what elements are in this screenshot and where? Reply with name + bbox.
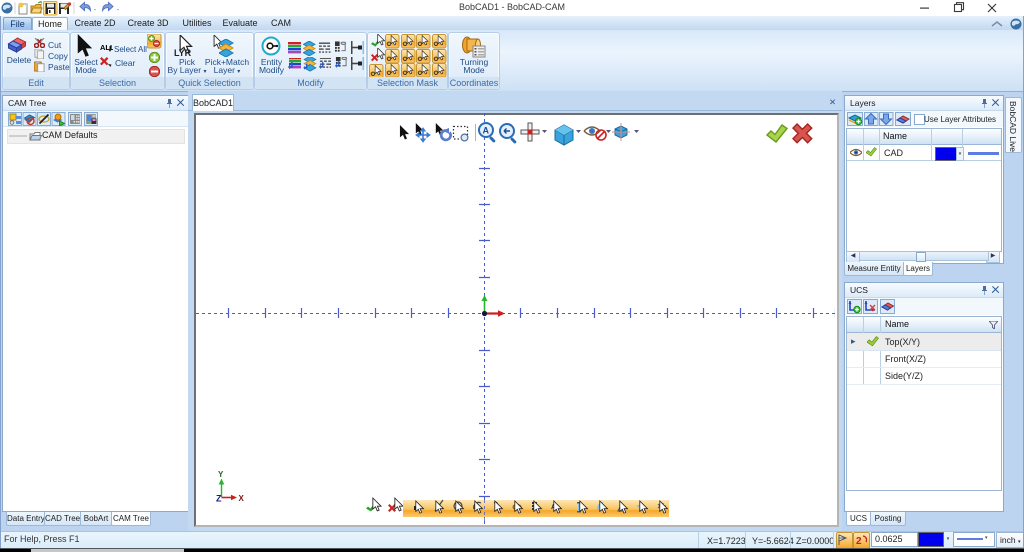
svg-text:A: A (483, 126, 490, 136)
svg-text:Z: Z (216, 494, 222, 504)
svg-text:Y: Y (218, 470, 224, 479)
svg-text:ALL: ALL (100, 43, 113, 52)
svg-text:X: X (239, 494, 245, 503)
svg-text:2: 2 (856, 536, 862, 546)
